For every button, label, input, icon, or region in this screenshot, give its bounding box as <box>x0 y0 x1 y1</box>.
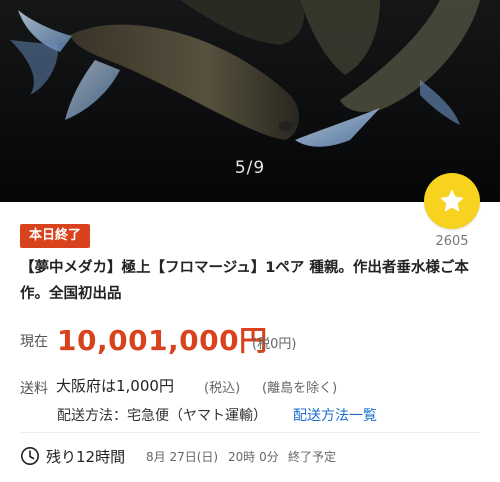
star-icon <box>440 189 464 212</box>
watch-button[interactable] <box>424 173 480 229</box>
price-label: 現在 <box>20 334 48 350</box>
clock-icon <box>21 447 39 465</box>
watch-count: 2605 <box>435 234 469 249</box>
end-date: 8月 27日(日) <box>146 450 219 464</box>
current-price: 10,001,000円 <box>57 324 268 357</box>
time-remaining: 残り12時間 <box>46 448 126 466</box>
image-counter: 5/9 <box>234 158 266 178</box>
price-tax: (税0円) <box>252 337 297 352</box>
shipping-label: 送料 <box>20 381 48 397</box>
item-photo[interactable]: 5/9 <box>0 0 500 202</box>
shipping-method: 配送方法：宅急便（ヤマト運輸） <box>57 408 267 424</box>
end-time: 20時 0分 <box>228 450 279 464</box>
divider <box>20 432 480 433</box>
item-title: 【夢中メダカ】極上【フロマージュ】1ペア 種親。作出者垂水様ご本作。全国初出品 <box>20 260 469 302</box>
shipping-note: (離島を除く) <box>262 381 338 396</box>
end-note: 終了予定 <box>288 450 337 464</box>
shipping-value: 大阪府は1,000円 <box>56 377 174 395</box>
ending-today-badge: 本日終了 <box>20 224 91 248</box>
shipping-tax: (税込) <box>204 381 241 396</box>
shipping-methods-link[interactable]: 配送方法一覧 <box>293 405 377 425</box>
